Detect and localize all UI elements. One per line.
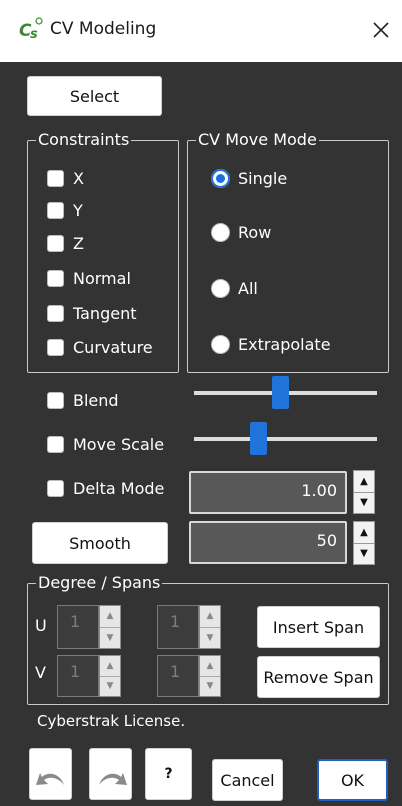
smooth-down-icon[interactable]: ▼ bbox=[354, 542, 374, 565]
u-spans-up-icon: ▲ bbox=[206, 611, 214, 622]
smooth-spinner[interactable]: ▲ ▼ bbox=[353, 521, 375, 565]
u-spans-down-icon: ▼ bbox=[200, 626, 220, 649]
constraint-curvature[interactable]: Curvature bbox=[47, 336, 153, 358]
blend-slider-thumb[interactable] bbox=[272, 376, 290, 409]
radio-all[interactable] bbox=[211, 278, 230, 298]
u-degree-spinner: ▲ ▼ bbox=[99, 605, 121, 649]
v-degree-down-icon: ▼ bbox=[100, 675, 120, 697]
delta-mode-input[interactable]: 1.00 bbox=[189, 471, 347, 514]
constraint-y[interactable]: Y bbox=[47, 199, 83, 221]
constraint-y-label: Y bbox=[73, 200, 83, 220]
blend-label: Blend bbox=[73, 390, 119, 410]
undo-button[interactable] bbox=[29, 748, 72, 800]
checkbox-normal[interactable] bbox=[47, 269, 64, 287]
move-scale-slider-track[interactable] bbox=[194, 437, 377, 441]
redo-icon bbox=[99, 773, 127, 785]
constraint-normal-label: Normal bbox=[73, 268, 131, 288]
move-scale-label: Move Scale bbox=[73, 434, 165, 454]
constraints-title: Constraints bbox=[36, 130, 132, 149]
v-spans-spinner: ▲ ▼ bbox=[199, 655, 221, 697]
close-icon[interactable] bbox=[368, 17, 394, 43]
move-mode-extrapolate-label: Extrapolate bbox=[238, 334, 331, 354]
radio-single[interactable] bbox=[211, 168, 230, 188]
checkbox-blend[interactable] bbox=[47, 391, 64, 409]
svg-text:s: s bbox=[30, 27, 38, 42]
delta-mode-option[interactable]: Delta Mode bbox=[47, 477, 164, 499]
move-mode-all-label: All bbox=[238, 278, 258, 298]
move-mode-single-label: Single bbox=[238, 168, 288, 188]
cyberstrak-logo-icon: C s bbox=[19, 17, 43, 42]
blend-option[interactable]: Blend bbox=[47, 389, 119, 411]
delta-down-icon[interactable]: ▼ bbox=[354, 491, 374, 514]
move-scale-option[interactable]: Move Scale bbox=[47, 433, 164, 455]
redo-button[interactable] bbox=[89, 748, 132, 800]
u-label: U bbox=[35, 616, 47, 635]
smooth-button[interactable]: Smooth bbox=[32, 522, 168, 564]
u-degree-down-icon: ▼ bbox=[100, 626, 120, 649]
insert-span-button[interactable]: Insert Span bbox=[257, 606, 380, 648]
checkbox-y[interactable] bbox=[47, 201, 64, 219]
undo-icon bbox=[36, 773, 64, 785]
u-spans-input: 1 bbox=[157, 605, 199, 649]
move-mode-all[interactable]: All bbox=[211, 277, 258, 299]
v-spans-up-icon: ▲ bbox=[206, 660, 214, 671]
v-degree-up-icon: ▲ bbox=[106, 660, 114, 671]
cancel-button[interactable]: Cancel bbox=[212, 759, 283, 801]
window-title: CV Modeling bbox=[50, 19, 157, 39]
degree-spans-title: Degree / Spans bbox=[36, 573, 163, 592]
smooth-up-icon[interactable]: ▲ bbox=[354, 522, 374, 543]
v-spans-input: 1 bbox=[157, 655, 199, 697]
help-button[interactable]: ? bbox=[145, 748, 192, 800]
checkbox-tangent[interactable] bbox=[47, 304, 64, 322]
v-degree-input: 1 bbox=[57, 655, 99, 697]
remove-span-button[interactable]: Remove Span bbox=[257, 656, 380, 698]
delta-mode-spinner[interactable]: ▲ ▼ bbox=[353, 470, 375, 514]
title-bar: C s CV Modeling bbox=[0, 0, 402, 62]
checkbox-z[interactable] bbox=[47, 234, 64, 252]
v-degree-spinner: ▲ ▼ bbox=[99, 655, 121, 697]
checkbox-x[interactable] bbox=[47, 169, 64, 187]
move-mode-title: CV Move Mode bbox=[196, 130, 319, 149]
constraint-tangent[interactable]: Tangent bbox=[47, 302, 136, 324]
radio-extrapolate[interactable] bbox=[211, 334, 230, 354]
select-button[interactable]: Select bbox=[27, 76, 162, 116]
license-text: Cyberstrak License. bbox=[37, 712, 186, 730]
constraint-z[interactable]: Z bbox=[47, 232, 84, 254]
checkbox-move-scale[interactable] bbox=[47, 435, 64, 453]
delta-mode-label: Delta Mode bbox=[73, 478, 165, 498]
move-scale-slider-thumb[interactable] bbox=[250, 422, 268, 455]
constraint-x-label: X bbox=[73, 168, 84, 188]
move-mode-row[interactable]: Row bbox=[211, 221, 271, 243]
u-degree-input: 1 bbox=[57, 605, 99, 649]
u-degree-up-icon: ▲ bbox=[106, 611, 114, 622]
constraint-normal[interactable]: Normal bbox=[47, 267, 131, 289]
v-label: V bbox=[35, 663, 46, 682]
constraint-curvature-label: Curvature bbox=[73, 337, 153, 357]
constraint-tangent-label: Tangent bbox=[73, 303, 137, 323]
u-spans-spinner: ▲ ▼ bbox=[199, 605, 221, 649]
v-spans-down-icon: ▼ bbox=[200, 675, 220, 697]
checkbox-delta-mode[interactable] bbox=[47, 479, 64, 497]
checkbox-curvature[interactable] bbox=[47, 338, 64, 356]
move-mode-extrapolate[interactable]: Extrapolate bbox=[211, 333, 331, 355]
constraint-z-label: Z bbox=[73, 233, 84, 253]
constraint-x[interactable]: X bbox=[47, 167, 84, 189]
move-mode-row-label: Row bbox=[238, 222, 272, 242]
smooth-input[interactable]: 50 bbox=[189, 521, 347, 564]
move-mode-single[interactable]: Single bbox=[211, 167, 287, 189]
radio-row[interactable] bbox=[211, 222, 230, 242]
delta-up-icon[interactable]: ▲ bbox=[354, 471, 374, 492]
ok-button[interactable]: OK bbox=[317, 759, 388, 801]
